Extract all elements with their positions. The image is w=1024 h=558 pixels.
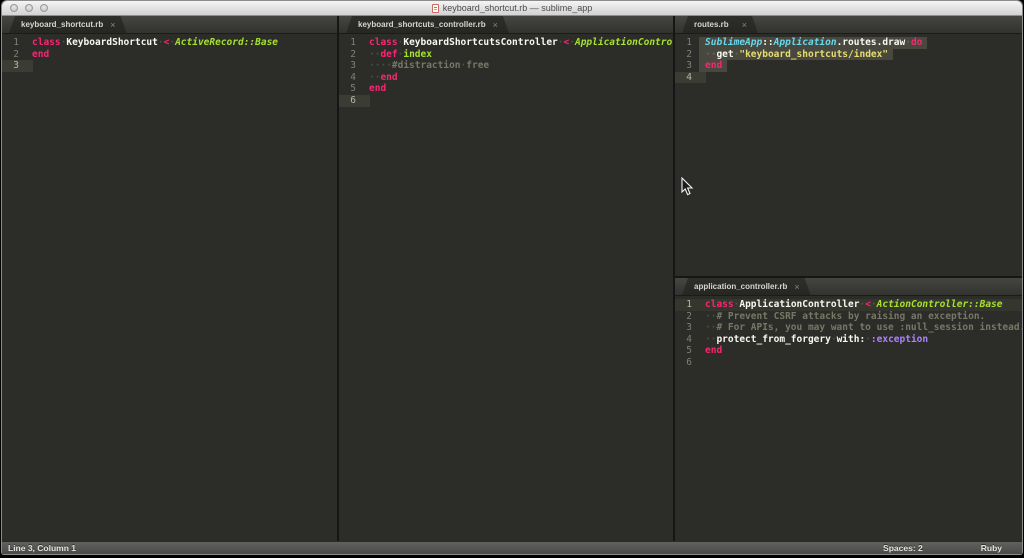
tab-keyboard-shortcuts-controller[interactable]: keyboard_shortcuts_controller.rb × [346, 16, 509, 33]
pane-keyboard-shortcuts-controller: keyboard_shortcuts_controller.rb × 1clas… [339, 16, 675, 541]
window-title-text: keyboard_shortcut.rb — sublime_app [443, 3, 593, 13]
tab-close-icon[interactable]: × [794, 283, 799, 291]
tab-routes[interactable]: routes.rb × [682, 16, 758, 33]
line-number: 5 [339, 83, 363, 95]
line-number: 1 [339, 37, 363, 49]
code-text: ····#distraction·free [363, 60, 489, 72]
line-number: 3 [675, 322, 699, 334]
tab-close-icon[interactable]: × [493, 21, 498, 29]
code-area[interactable]: 1class·KeyboardShortcut·<·ActiveRecord::… [2, 34, 337, 541]
sublime-window: keyboard_shortcut.rb — sublime_app keybo… [2, 1, 1022, 554]
code-text: ··def·index [363, 49, 432, 61]
line-number: 3 [2, 60, 26, 72]
status-bar: Line 3, Column 1 Spaces: 2 Ruby [2, 541, 1022, 554]
code-text: ··end [363, 72, 398, 84]
code-area[interactable]: 1SublimeApp::Application.routes.draw·do2… [675, 34, 1022, 276]
code-text: class·KeyboardShortcut·<·ActiveRecord::B… [26, 37, 278, 49]
pane-keyboard-shortcut: keyboard_shortcut.rb × 1class·KeyboardSh… [2, 16, 339, 541]
code-line: 2end [2, 49, 337, 61]
line-number: 4 [675, 334, 699, 346]
tab-bar: application_controller.rb × [675, 278, 1022, 296]
traffic-lights [10, 4, 48, 12]
pane-application-controller: application_controller.rb × 1class·Appli… [675, 278, 1022, 541]
code-text [699, 357, 705, 369]
code-line: 3end [675, 60, 1022, 72]
code-text: end [26, 49, 49, 61]
tab-label: keyboard_shortcut.rb [21, 20, 103, 29]
code-area[interactable]: 1class·KeyboardShortcutsController·<·App… [339, 34, 673, 541]
line-number: 3 [339, 60, 363, 72]
code-text [363, 95, 369, 107]
code-text: class·ApplicationController·<·ActionCont… [699, 299, 1003, 311]
code-line: 4··end [339, 72, 673, 84]
code-line: 1class·KeyboardShortcut·<·ActiveRecord::… [2, 37, 337, 49]
code-line: 6 [339, 95, 673, 107]
code-line: 3 [2, 60, 337, 72]
code-line: 3····#distraction·free [339, 60, 673, 72]
line-number: 6 [675, 357, 699, 369]
tab-bar: keyboard_shortcuts_controller.rb × [339, 16, 673, 34]
code-text: ··protect_from_forgery·with:·:exception [699, 334, 928, 346]
code-text: ··# Prevent CSRF attacks by raising an e… [699, 311, 985, 323]
tab-bar: keyboard_shortcut.rb × [2, 16, 337, 34]
tab-close-icon[interactable]: × [742, 21, 747, 29]
code-area[interactable]: 1class·ApplicationController·<·ActionCon… [675, 296, 1022, 541]
indentation-setting[interactable]: Spaces: 2 [883, 543, 923, 553]
line-number: 4 [675, 72, 699, 84]
code-line: 4··protect_from_forgery·with:·:exception [675, 334, 1022, 346]
line-number: 4 [339, 72, 363, 84]
code-text [699, 72, 705, 84]
line-number: 2 [675, 311, 699, 323]
title-bar: keyboard_shortcut.rb — sublime_app [2, 1, 1022, 16]
line-number: 1 [675, 37, 699, 49]
code-text: ··get·"keyboard_shortcuts/index" [699, 49, 893, 61]
code-text: class·KeyboardShortcutsController·<·Appl… [363, 37, 673, 49]
document-icon [432, 4, 439, 13]
minimize-window-button[interactable] [25, 4, 33, 12]
code-line: 1class·KeyboardShortcutsController·<·App… [339, 37, 673, 49]
editor-area: keyboard_shortcut.rb × 1class·KeyboardSh… [2, 16, 1022, 541]
code-text: end [699, 345, 722, 357]
tab-application-controller[interactable]: application_controller.rb × [682, 278, 811, 295]
line-number: 2 [2, 49, 26, 61]
syntax-setting[interactable]: Ruby [981, 543, 1002, 553]
code-text [26, 60, 32, 72]
window-title: keyboard_shortcut.rb — sublime_app [432, 3, 593, 13]
code-line: 2··def·index [339, 49, 673, 61]
close-window-button[interactable] [10, 4, 18, 12]
tab-label: application_controller.rb [694, 282, 787, 291]
pane-routes: routes.rb × 1SublimeApp::Application.rou… [675, 16, 1022, 278]
code-text: end [363, 83, 386, 95]
tab-close-icon[interactable]: × [110, 21, 115, 29]
code-line: 3··# For APIs, you may want to use :null… [675, 322, 1022, 334]
right-column: routes.rb × 1SublimeApp::Application.rou… [675, 16, 1022, 541]
code-line: 5end [675, 345, 1022, 357]
line-number: 6 [339, 95, 363, 107]
code-line: 4 [675, 72, 1022, 84]
line-number: 3 [675, 60, 699, 72]
code-line: 2··get·"keyboard_shortcuts/index" [675, 49, 1022, 61]
cursor-position-label: Line 3, Column 1 [8, 543, 76, 553]
code-line: 1SublimeApp::Application.routes.draw·do [675, 37, 1022, 49]
code-line: 1class·ApplicationController·<·ActionCon… [675, 299, 1022, 311]
code-text: end [699, 60, 727, 72]
code-line: 2··# Prevent CSRF attacks by raising an … [675, 311, 1022, 323]
code-line: 6 [675, 357, 1022, 369]
code-text: SublimeApp::Application.routes.draw·do [699, 37, 927, 49]
zoom-window-button[interactable] [40, 4, 48, 12]
line-number: 2 [339, 49, 363, 61]
tab-bar: routes.rb × [675, 16, 1022, 34]
tab-label: routes.rb [694, 20, 729, 29]
tab-label: keyboard_shortcuts_controller.rb [358, 20, 486, 29]
code-line: 5end [339, 83, 673, 95]
tab-keyboard-shortcut[interactable]: keyboard_shortcut.rb × [9, 16, 127, 33]
line-number: 1 [675, 299, 699, 311]
line-number: 5 [675, 345, 699, 357]
code-text: ··# For APIs, you may want to use :null_… [699, 322, 1022, 334]
line-number: 1 [2, 37, 26, 49]
line-number: 2 [675, 49, 699, 61]
